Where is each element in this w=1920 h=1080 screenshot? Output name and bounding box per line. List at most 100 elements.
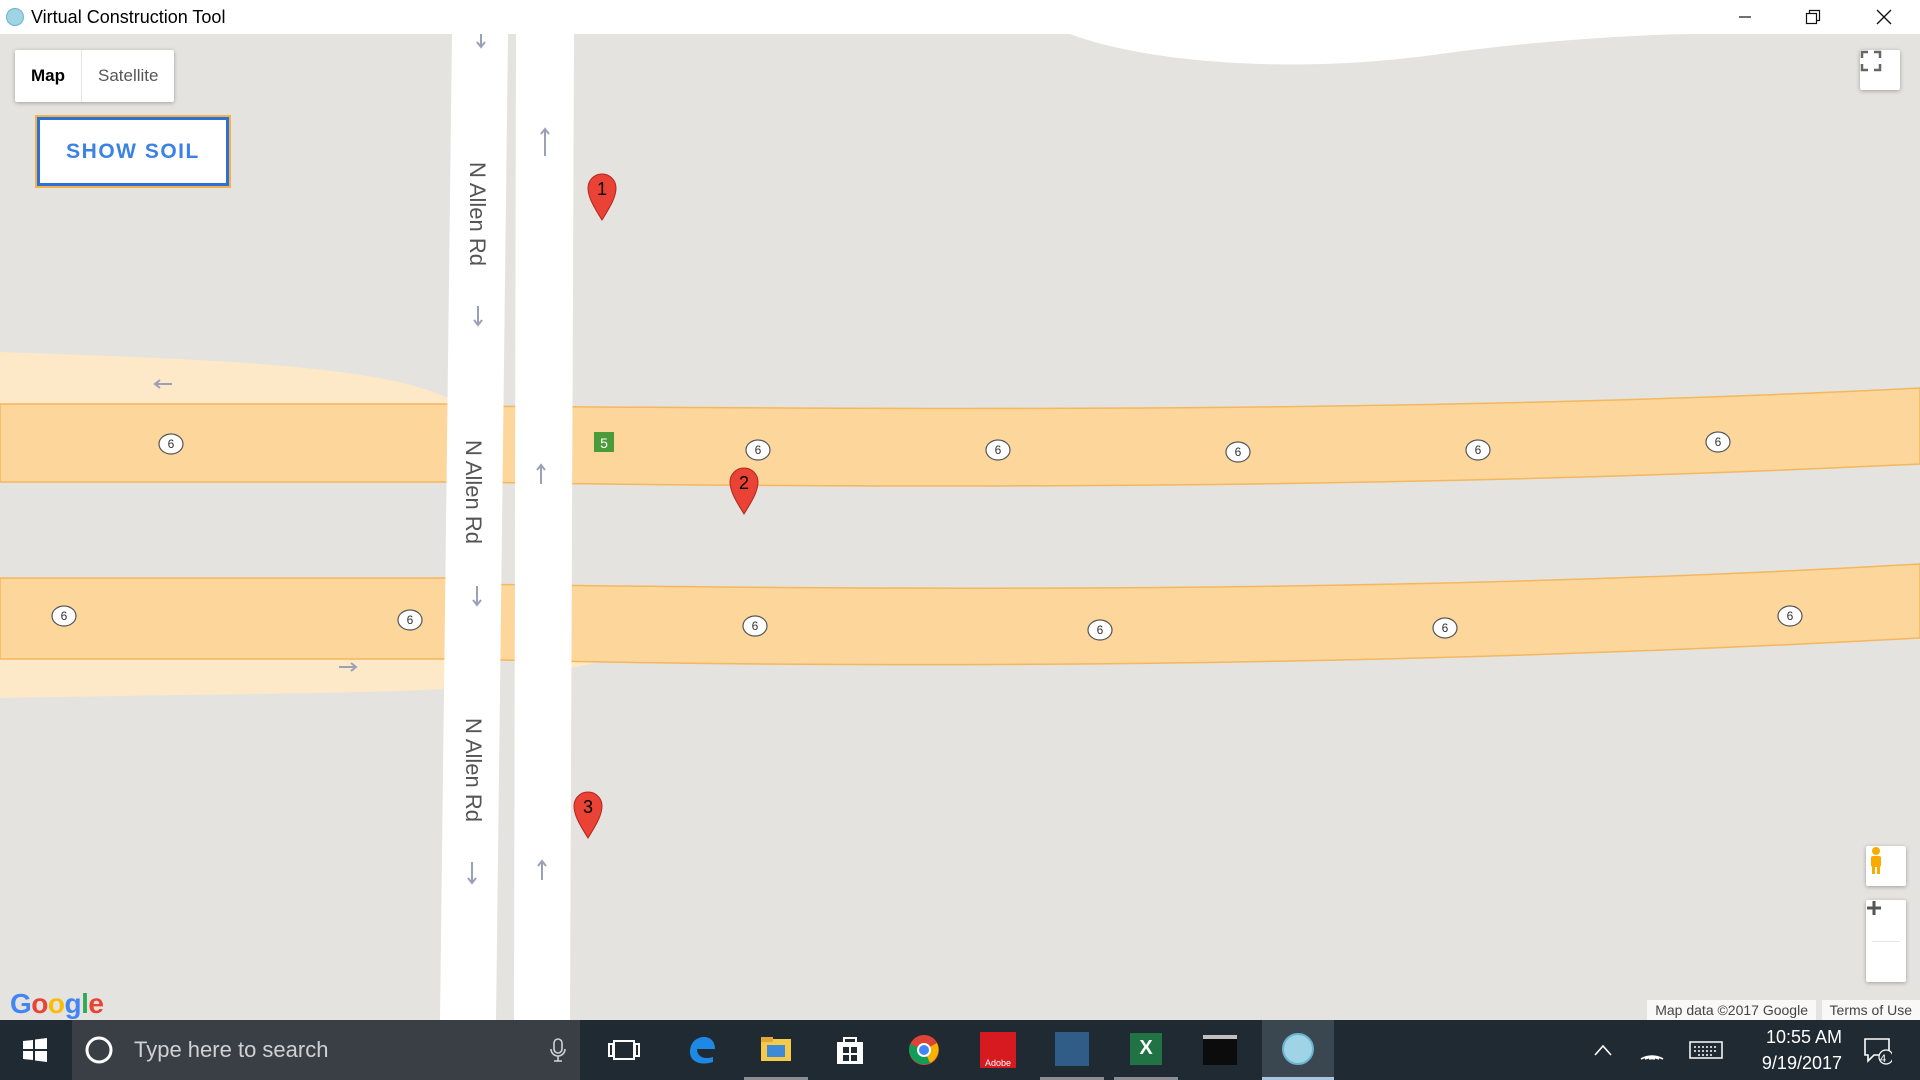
mysql-workbench-icon (1055, 1031, 1089, 1066)
google-logo-text: Google (10, 988, 104, 1019)
virtual-construction-tool-button[interactable] (1262, 1020, 1334, 1080)
route-shield: 6 (1432, 617, 1458, 639)
map-canvas[interactable]: N Allen Rd N Allen Rd N Allen Rd 6 6 6 6 6 6 6… (0, 34, 1920, 1020)
store-icon (837, 1037, 863, 1064)
map-marker[interactable]: 1 (587, 173, 617, 221)
map-type-map-button[interactable]: Map (15, 50, 81, 102)
route-shield: 6 (1705, 431, 1731, 453)
ramp-west-lower (0, 654, 460, 698)
excel-icon: X (1130, 1032, 1162, 1065)
touch-keyboard-button[interactable] (1684, 1020, 1728, 1080)
map-marker[interactable]: 2 (729, 467, 759, 515)
action-center-button[interactable]: 4 (1852, 1020, 1902, 1080)
adobe-button[interactable]: Adobe (966, 1020, 1030, 1080)
ramp-west-upper (0, 352, 450, 409)
route-shield-label: 6 (755, 443, 762, 457)
route-shield: 6 (1465, 439, 1491, 461)
minimize-button[interactable] (1710, 0, 1780, 34)
route-shield: 6 (742, 615, 768, 637)
route-shield-label: 6 (61, 609, 68, 623)
app-icon (6, 8, 24, 26)
chevron-up-icon (1594, 1044, 1612, 1056)
route-shield-label: 6 (1475, 443, 1482, 457)
show-hidden-icons-button[interactable] (1586, 1020, 1620, 1080)
cortana-icon (85, 1036, 113, 1064)
marker-label: 1 (597, 179, 607, 199)
route-shield-label: 6 (1715, 435, 1722, 449)
windows-taskbar: Type here to search Adobe X 10:55 AM 9/1… (0, 1020, 1920, 1080)
adobe-label: Adobe (984, 1058, 1012, 1068)
notification-count: 4 (1880, 1053, 1887, 1065)
close-icon (1876, 9, 1892, 25)
road-label: N Allen Rd (465, 162, 490, 266)
adobe-icon: Adobe (980, 1032, 1016, 1068)
road-label: N Allen Rd (461, 440, 486, 544)
route-shield-label: 6 (752, 619, 759, 633)
windows-logo-icon (23, 1038, 47, 1062)
store-button[interactable] (818, 1020, 882, 1080)
show-soil-button[interactable]: SHOW SOIL (35, 115, 231, 188)
map-graphics: N Allen Rd N Allen Rd N Allen Rd 6 6 6 6 6 6 6… (0, 34, 1920, 1020)
restore-button[interactable] (1778, 0, 1848, 34)
route-shield-label: 6 (995, 443, 1002, 457)
map-type-control: Map Satellite (15, 50, 175, 102)
route-shield-label: 6 (407, 613, 414, 627)
road-label: N Allen Rd (461, 718, 486, 822)
virtual-construction-tool-icon (1282, 1032, 1314, 1065)
map-type-satellite-button[interactable]: Satellite (81, 50, 174, 102)
route-shield-label: 6 (1097, 623, 1104, 637)
file-explorer-icon (761, 1036, 791, 1061)
street-view-pegman-button[interactable] (1866, 846, 1906, 886)
google-logo: Google (10, 988, 104, 1020)
marker-label: 3 (583, 797, 593, 817)
start-button[interactable] (0, 1020, 70, 1080)
excel-button[interactable]: X (1114, 1020, 1178, 1080)
minus-icon (1867, 906, 1881, 910)
fullscreen-button[interactable] (1860, 50, 1900, 90)
network-button[interactable] (1632, 1020, 1672, 1080)
terms-of-use-link[interactable]: Terms of Use (1821, 1000, 1920, 1020)
highway-i6-eastbound (0, 563, 1920, 666)
clock-time: 10:55 AM (1765, 1027, 1842, 1047)
route-shield: 6 (51, 605, 77, 627)
marker-label: 2 (739, 473, 749, 493)
file-explorer-button[interactable] (744, 1020, 808, 1080)
n-allen-rd-northbound (514, 34, 574, 1020)
taskbar-search-box[interactable]: Type here to search (72, 1020, 580, 1080)
microphone-icon[interactable] (550, 1037, 566, 1063)
edge-icon (690, 1037, 715, 1064)
notification-icon (1864, 1038, 1892, 1065)
route-shield-label: 6 (1442, 621, 1449, 635)
exit-badge-label: 5 (600, 435, 608, 451)
search-placeholder: Type here to search (134, 1037, 329, 1062)
close-button[interactable] (1849, 0, 1919, 34)
route-shield-label: 6 (168, 437, 175, 451)
title-bar: Virtual Construction Tool (0, 0, 1920, 34)
water-edge (1070, 34, 1700, 65)
system-clock[interactable]: 10:55 AM 9/19/2017 (1762, 1024, 1842, 1076)
window-title: Virtual Construction Tool (31, 7, 226, 27)
terminal-button[interactable] (1188, 1020, 1252, 1080)
chrome-button[interactable] (892, 1020, 956, 1080)
route-shield-label: 6 (1235, 445, 1242, 459)
route-shield: 6 (158, 433, 184, 455)
route-shield: 6 (1777, 605, 1803, 627)
route-shield: 6 (985, 439, 1011, 461)
edge-button[interactable] (670, 1020, 734, 1080)
mysql-workbench-button[interactable] (1040, 1020, 1104, 1080)
wifi-icon (1640, 1055, 1664, 1060)
minimize-icon (1739, 16, 1751, 18)
pegman-icon (1871, 847, 1881, 874)
map-attribution: Map data ©2017 Google (1647, 1000, 1816, 1020)
route-shield: 6 (397, 609, 423, 631)
fullscreen-icon (1860, 50, 1882, 72)
route-shield-label: 6 (1787, 609, 1794, 623)
zoom-control (1866, 900, 1906, 982)
clock-date: 9/19/2017 (1761, 1053, 1842, 1073)
map-marker[interactable]: 3 (573, 791, 603, 839)
task-view-button[interactable] (594, 1020, 654, 1080)
terminal-icon (1203, 1035, 1237, 1065)
task-view-icon (608, 1040, 640, 1060)
route-shield: 6 (745, 439, 771, 461)
restore-icon (1805, 9, 1821, 25)
